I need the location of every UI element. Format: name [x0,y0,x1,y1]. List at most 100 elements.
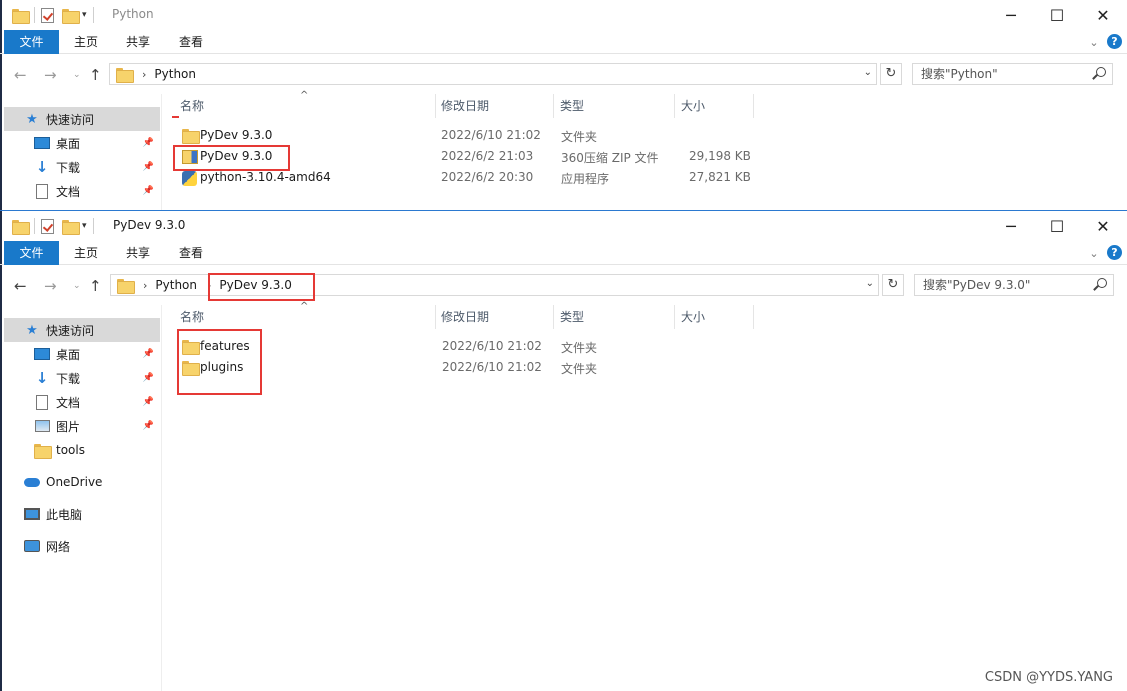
file-type: 应用程序 [561,172,610,186]
folder-icon [34,443,52,459]
ribbon-tabs: 文件 主页 共享 查看 ⌄ ? [0,241,1127,265]
pin-icon[interactable]: 📌 [143,186,154,196]
tab-view[interactable]: 查看 [165,241,217,265]
chevron-down-icon[interactable]: ⌄ [1086,34,1102,50]
breadcrumb-python[interactable]: Python [155,278,197,292]
folder-icon[interactable] [12,219,30,235]
maximize-button[interactable]: ☐ [1034,0,1080,30]
file-type: 文件夹 [561,130,598,144]
chevron-down-icon[interactable]: ▾ [82,221,87,231]
forward-arrow-icon[interactable]: → [44,277,57,295]
chevron-down-icon[interactable]: ⌄ [73,281,81,291]
refresh-button[interactable]: ↻ [880,63,902,85]
pin-icon[interactable]: 📌 [143,397,154,407]
focus-marker [172,116,179,118]
new-folder-icon[interactable] [62,219,80,235]
nav-item-documents[interactable]: 文档 📌 [4,179,160,203]
nav-item-downloads[interactable]: ↓ 下载 📌 [4,366,160,390]
nav-item-quick-access[interactable]: ★ 快速访问 [4,107,160,131]
file-name: PyDev 9.3.0 [200,128,273,142]
title-bar: ▾ PyDev 9.3.0 ─ ☐ ✕ [0,211,1127,241]
back-arrow-icon[interactable]: ← [14,277,27,295]
pin-icon[interactable]: 📌 [143,421,154,431]
column-date-modified[interactable]: 修改日期 [437,305,489,329]
help-icon[interactable]: ? [1107,245,1122,260]
quick-access-toolbar: ▾ [12,217,100,235]
pin-icon[interactable]: 📌 [143,162,154,172]
pin-icon[interactable]: 📌 [143,138,154,148]
nav-item-network[interactable]: 网络 [4,534,160,558]
chevron-down-icon[interactable]: ⌄ [1086,245,1102,261]
download-icon: ↓ [35,369,49,387]
nav-item-documents[interactable]: 文档 📌 [4,390,160,414]
properties-icon[interactable] [41,7,54,23]
tab-home[interactable]: 主页 [60,30,112,54]
close-button[interactable]: ✕ [1080,0,1126,30]
installer-icon [182,171,197,186]
refresh-button[interactable]: ↻ [882,274,904,296]
new-folder-icon[interactable] [62,8,80,24]
column-size[interactable]: 大小 [677,94,705,118]
tab-view[interactable]: 查看 [165,30,217,54]
address-row: ← → ⌄ ↑ › Python ⌄ ↻ 搜索"Python" [0,54,1127,94]
chevron-down-icon[interactable]: ▾ [82,10,87,20]
pin-icon[interactable]: 📌 [143,349,154,359]
up-arrow-icon[interactable]: ↑ [89,277,102,295]
nav-item-tools[interactable]: tools [4,438,160,462]
search-icon[interactable] [1097,278,1107,288]
minimize-button[interactable]: ─ [988,0,1034,30]
explorer-window-python: ▾ Python ─ ☐ ✕ 文件 主页 共享 查看 ⌄ ? ← → ⌄ ↑ ›… [0,0,1127,210]
chevron-down-icon[interactable]: ⌄ [864,67,872,78]
tab-share[interactable]: 共享 [112,241,164,265]
chevron-down-icon[interactable]: ⌄ [73,70,81,80]
nav-item-desktop[interactable]: 桌面 📌 [4,131,160,155]
breadcrumb-python[interactable]: Python [154,67,196,81]
file-row[interactable]: PyDev 9.3.0 2022/6/10 21:02 文件夹 [172,125,772,146]
close-button[interactable]: ✕ [1080,211,1126,241]
nav-item-this-pc[interactable]: 此电脑 [4,502,160,526]
pin-icon[interactable]: 📌 [143,373,154,383]
search-icon[interactable] [1096,67,1106,77]
nav-label: 图片 [56,419,81,434]
tab-home[interactable]: 主页 [60,241,112,265]
folder-icon[interactable] [12,8,30,24]
ribbon-tabs: 文件 主页 共享 查看 ⌄ ? [0,30,1127,54]
nav-item-quick-access[interactable]: ★ 快速访问 [4,318,160,342]
nav-label: 快速访问 [46,112,95,127]
column-date-modified[interactable]: 修改日期 [437,94,489,118]
file-row[interactable]: features 2022/6/10 21:02 文件夹 [172,336,772,357]
up-arrow-icon[interactable]: ↑ [89,66,102,84]
navigation-pane: ★ 快速访问 桌面 📌 ↓ 下载 📌 文档 📌 图片 📌 tools OneDr… [0,305,162,691]
tab-file[interactable]: 文件 [4,30,59,54]
column-type[interactable]: 类型 [556,305,584,329]
file-row[interactable]: plugins 2022/6/10 21:02 文件夹 [172,357,772,378]
file-list: ^ 名称 修改日期 类型 大小 features 2022/6/10 21:02… [162,301,1127,691]
forward-arrow-icon[interactable]: → [44,66,57,84]
explorer-window-pydev: ▾ PyDev 9.3.0 ─ ☐ ✕ 文件 主页 共享 查看 ⌄ ? ← → … [0,210,1127,691]
chevron-right-icon: › [143,278,148,292]
search-input[interactable]: 搜索"Python" [912,63,1113,85]
back-arrow-icon[interactable]: ← [14,66,27,84]
nav-item-downloads[interactable]: ↓ 下载 📌 [4,155,160,179]
search-input[interactable]: 搜索"PyDev 9.3.0" [914,274,1114,296]
tab-share[interactable]: 共享 [112,30,164,54]
chevron-down-icon[interactable]: ⌄ [866,278,874,289]
address-bar[interactable]: › Python ⌄ [109,63,877,85]
download-icon: ↓ [35,158,49,176]
tab-file[interactable]: 文件 [4,241,59,265]
highlight-box [208,273,315,301]
column-size[interactable]: 大小 [677,305,705,329]
window-title: Python [112,7,154,21]
column-name[interactable]: 名称 [176,305,204,329]
minimize-button[interactable]: ─ [988,211,1034,241]
nav-label: 桌面 [56,347,81,362]
maximize-button[interactable]: ☐ [1034,211,1080,241]
nav-item-desktop[interactable]: 桌面 📌 [4,342,160,366]
properties-icon[interactable] [41,218,54,234]
nav-label: 桌面 [56,136,81,151]
column-type[interactable]: 类型 [556,94,584,118]
nav-item-pictures[interactable]: 图片 📌 [4,414,160,438]
nav-item-onedrive[interactable]: OneDrive [4,470,160,494]
help-icon[interactable]: ? [1107,34,1122,49]
column-name[interactable]: 名称 [176,94,204,118]
